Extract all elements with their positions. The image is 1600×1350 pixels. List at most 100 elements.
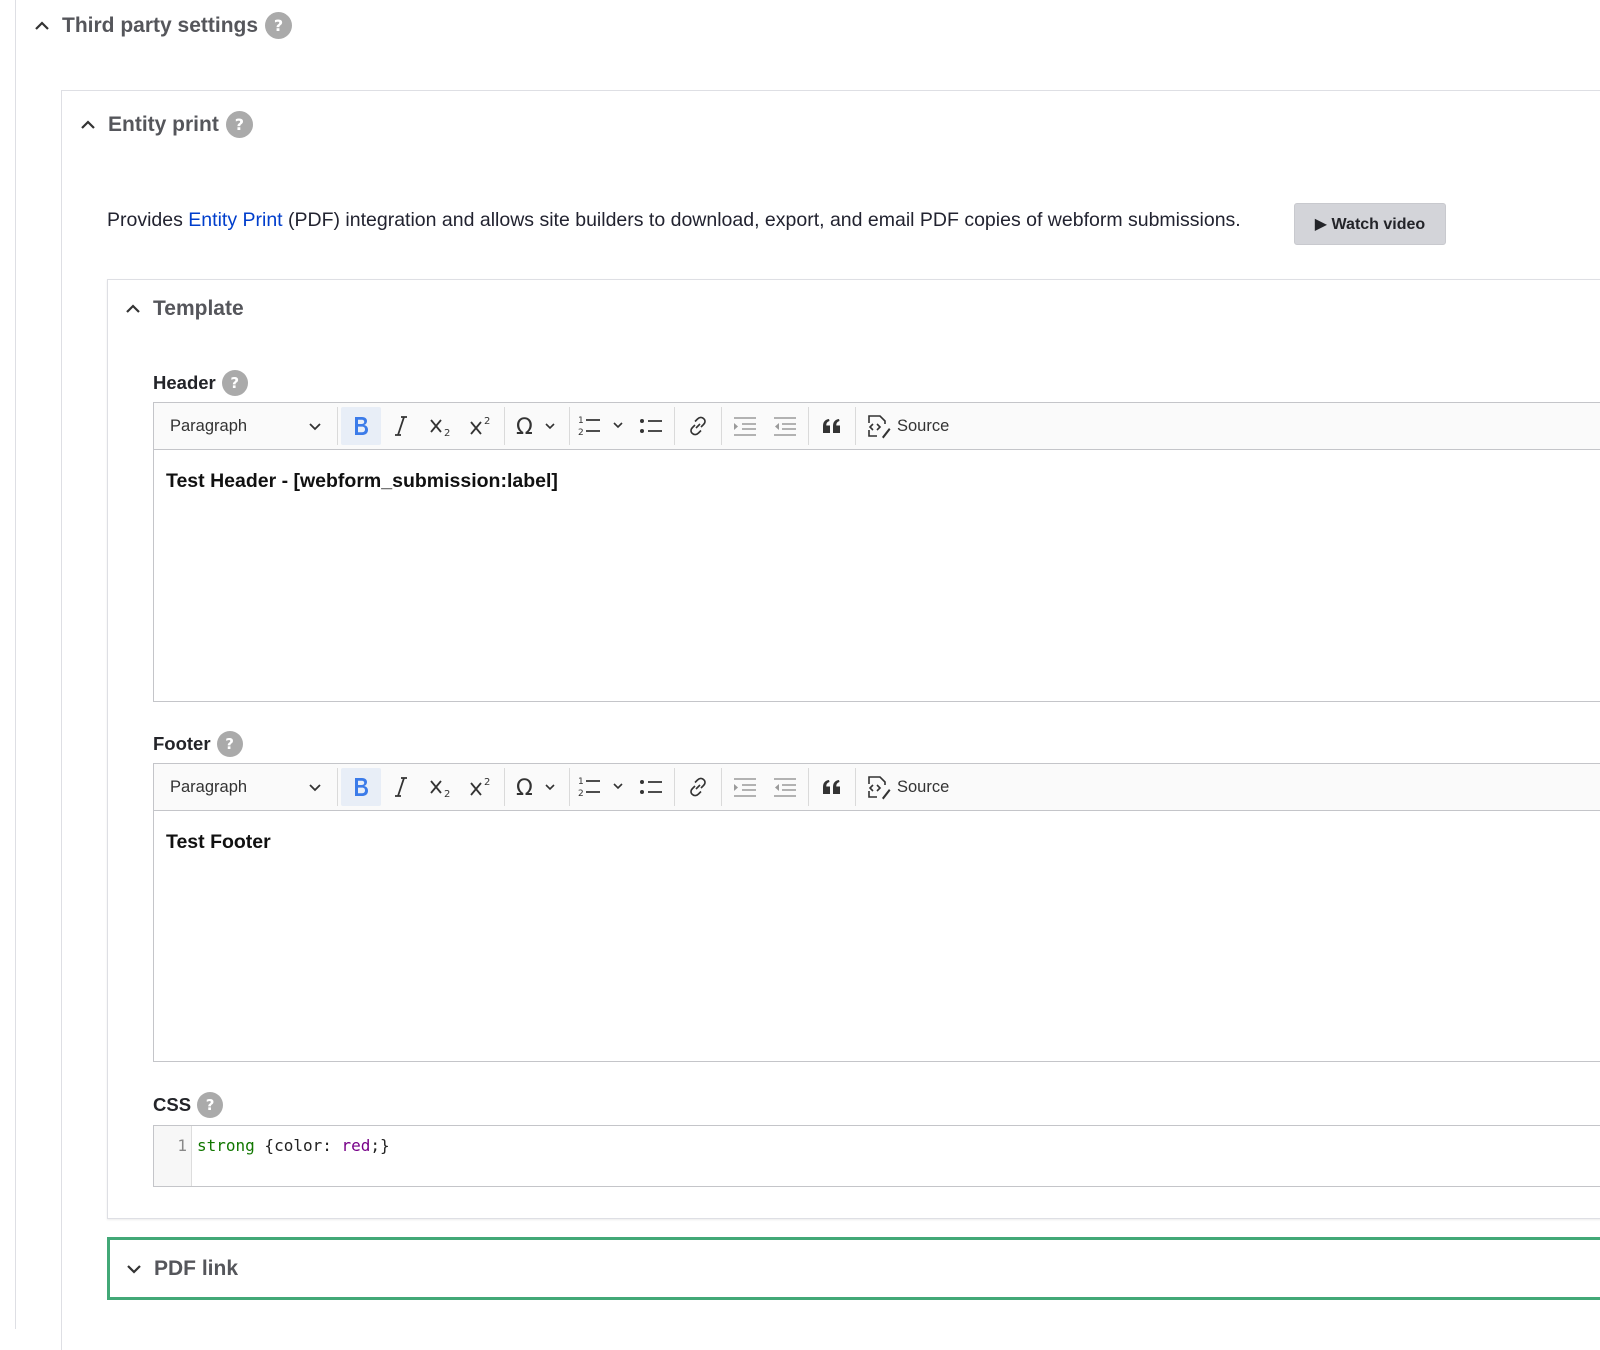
outdent-button[interactable]	[765, 407, 805, 445]
entity-print-link[interactable]: Entity Print	[188, 209, 282, 232]
subscript-button[interactable]: 2	[421, 768, 461, 806]
toolbar-separator	[721, 407, 722, 445]
svg-text:2: 2	[578, 789, 584, 799]
help-icon[interactable]: ?	[197, 1092, 224, 1118]
superscript-icon: 2	[470, 416, 490, 435]
svg-text:2: 2	[578, 428, 584, 438]
entity-print-summary[interactable]: Entity print ?	[78, 111, 253, 138]
description-suffix: (PDF) integration and allows site builde…	[282, 209, 1241, 231]
format-label: Paragraph	[170, 416, 248, 435]
blockquote-button[interactable]	[812, 768, 852, 806]
svg-text:Ω: Ω	[516, 776, 533, 798]
special-characters-button[interactable]: Ω	[508, 407, 566, 445]
toolbar-separator	[674, 407, 675, 445]
toolbar-separator	[337, 768, 338, 806]
link-icon	[690, 777, 706, 797]
css-code-line: strong {color: red;}	[192, 1126, 390, 1186]
template-summary[interactable]: Template	[123, 297, 244, 321]
indent-button[interactable]	[725, 768, 765, 806]
bulleted-list-icon	[640, 780, 662, 794]
pdf-link-title: PDF link	[154, 1256, 239, 1280]
italic-button[interactable]	[381, 407, 421, 445]
numbered-list-button[interactable]: 12	[573, 768, 631, 806]
toolbar-separator	[504, 768, 505, 806]
page-left-border	[15, 0, 16, 1329]
help-icon[interactable]: ?	[265, 12, 293, 39]
link-icon	[690, 416, 706, 436]
svg-text:2: 2	[484, 416, 490, 427]
outdent-button[interactable]	[765, 768, 805, 806]
subscript-button[interactable]: 2	[421, 407, 461, 445]
link-button[interactable]	[678, 407, 718, 445]
italic-button[interactable]	[381, 768, 421, 806]
numbered-list-icon: 12	[578, 416, 623, 438]
toolbar-separator	[337, 407, 338, 445]
css-property-token: {color:	[254, 1136, 342, 1155]
blockquote-icon	[823, 419, 840, 433]
chevron-up-icon	[32, 16, 52, 36]
indent-button[interactable]	[725, 407, 765, 445]
subscript-icon: 2	[430, 780, 450, 799]
link-button[interactable]	[678, 768, 718, 806]
svg-text:Ω: Ω	[516, 415, 533, 437]
source-label: Source	[897, 777, 950, 796]
chevron-down-icon	[309, 784, 321, 792]
toolbar-separator	[808, 407, 809, 445]
header-content-text: Test Header - [webform_submission:label]	[166, 470, 558, 492]
line-number-gutter: 1	[154, 1126, 192, 1186]
css-code-editor[interactable]: 1 strong {color: red;}	[153, 1125, 1600, 1187]
toolbar-separator	[569, 768, 570, 806]
help-icon[interactable]: ?	[225, 111, 253, 138]
superscript-button[interactable]: 2	[461, 768, 501, 806]
subscript-icon: 2	[430, 419, 450, 438]
css-value-token: red	[341, 1136, 371, 1155]
watch-video-button[interactable]: ▶ Watch video	[1294, 203, 1446, 245]
numbered-list-button[interactable]: 12	[573, 407, 631, 445]
header-label-text: Header	[153, 372, 216, 393]
source-button[interactable]: Source	[859, 407, 955, 445]
italic-icon	[395, 777, 407, 797]
bold-button[interactable]	[341, 768, 381, 806]
source-icon	[868, 415, 891, 439]
toolbar-separator	[855, 407, 856, 445]
bold-button[interactable]	[341, 407, 381, 445]
pdf-link-summary[interactable]: PDF link	[107, 1237, 1600, 1300]
svg-text:1: 1	[578, 416, 584, 426]
bulleted-list-button[interactable]	[631, 407, 671, 445]
omega-icon: Ω	[516, 415, 555, 437]
numbered-list-icon: 12	[578, 777, 623, 799]
outdent-icon	[774, 778, 796, 797]
omega-icon: Ω	[516, 776, 555, 798]
css-label-text: CSS	[153, 1094, 192, 1115]
format-label: Paragraph	[170, 777, 248, 796]
indent-icon	[734, 417, 756, 436]
indent-icon	[734, 778, 756, 797]
chevron-up-icon	[78, 115, 98, 135]
help-icon[interactable]: ?	[221, 370, 248, 396]
superscript-button[interactable]: 2	[461, 407, 501, 445]
toolbar-separator	[504, 407, 505, 445]
footer-editor-toolbar: Paragraph 2 2 Ω 12 Source	[154, 764, 1600, 811]
template-title: Template	[153, 297, 244, 320]
third-party-settings-summary[interactable]: Third party settings ?	[32, 12, 293, 39]
entity-print-description: Provides Entity Print (PDF) integration …	[107, 209, 1241, 232]
source-button[interactable]: Source	[859, 768, 955, 806]
css-close-token: ;}	[370, 1136, 390, 1155]
footer-label-text: Footer	[153, 733, 211, 754]
footer-field-label: Footer ?	[153, 731, 243, 757]
special-characters-button[interactable]: Ω	[508, 768, 566, 806]
bold-icon	[355, 417, 368, 435]
bulleted-list-button[interactable]	[631, 768, 671, 806]
chevron-up-icon	[123, 299, 143, 319]
footer-editor-content[interactable]: Test Footer	[154, 811, 1600, 874]
paragraph-format-dropdown[interactable]: Paragraph	[156, 406, 334, 446]
paragraph-format-dropdown[interactable]: Paragraph	[156, 767, 334, 807]
svg-text:2: 2	[444, 789, 450, 799]
help-icon[interactable]: ?	[216, 731, 243, 757]
svg-text:2: 2	[444, 428, 450, 438]
header-editor-content[interactable]: Test Header - [webform_submission:label]	[154, 450, 1600, 513]
third-party-settings-title: Third party settings	[62, 13, 259, 37]
blockquote-button[interactable]	[812, 407, 852, 445]
header-editor: Paragraph 2 2 Ω 12 Source Test Header - …	[153, 402, 1600, 702]
footer-editor: Paragraph 2 2 Ω 12 Source Test Footer	[153, 763, 1600, 1062]
